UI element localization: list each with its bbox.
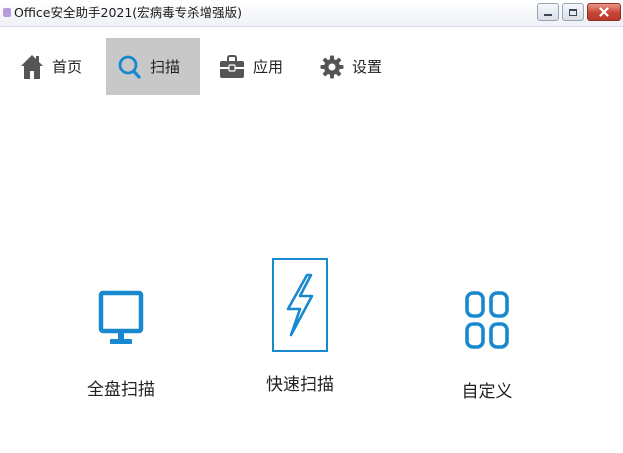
tab-apps[interactable]: 应用 bbox=[219, 38, 283, 95]
search-icon bbox=[118, 55, 141, 79]
app-window: Office安全助手2021(宏病毒专杀增强版) 首页 扫描 应用 设置 全盘扫… bbox=[0, 0, 623, 453]
minimize-button[interactable] bbox=[537, 3, 559, 21]
close-icon bbox=[599, 7, 609, 17]
tab-settings-label: 设置 bbox=[352, 58, 383, 76]
tab-scan[interactable]: 扫描 bbox=[106, 38, 200, 95]
close-button[interactable] bbox=[587, 3, 621, 21]
window-title: Office安全助手2021(宏病毒专杀增强版) bbox=[14, 5, 243, 20]
custom-scan-label: 自定义 bbox=[461, 382, 513, 402]
maximize-button[interactable] bbox=[562, 3, 584, 21]
custom-scan-button[interactable]: 自定义 bbox=[441, 290, 533, 402]
full-scan-button[interactable]: 全盘扫描 bbox=[75, 290, 167, 400]
quick-scan-frame bbox=[272, 258, 328, 352]
quick-scan-button[interactable]: 快速扫描 bbox=[258, 258, 342, 395]
tab-apps-label: 应用 bbox=[253, 58, 284, 76]
grid-icon bbox=[465, 291, 509, 349]
app-icon bbox=[3, 8, 11, 17]
toolbox-icon bbox=[220, 54, 244, 78]
title-bar[interactable]: Office安全助手2021(宏病毒专杀增强版) bbox=[0, 0, 623, 27]
tab-home-label: 首页 bbox=[52, 58, 83, 76]
quick-scan-label: 快速扫描 bbox=[266, 375, 334, 395]
tab-settings[interactable]: 设置 bbox=[320, 38, 382, 95]
tab-scan-label: 扫描 bbox=[150, 58, 181, 76]
maximize-icon bbox=[569, 8, 577, 16]
tab-home[interactable]: 首页 bbox=[20, 38, 82, 95]
minimize-icon bbox=[544, 14, 552, 16]
monitor-icon bbox=[98, 290, 144, 344]
gear-icon bbox=[320, 55, 344, 78]
lightning-icon bbox=[286, 273, 314, 337]
home-icon bbox=[21, 54, 43, 79]
full-scan-label: 全盘扫描 bbox=[87, 380, 155, 400]
